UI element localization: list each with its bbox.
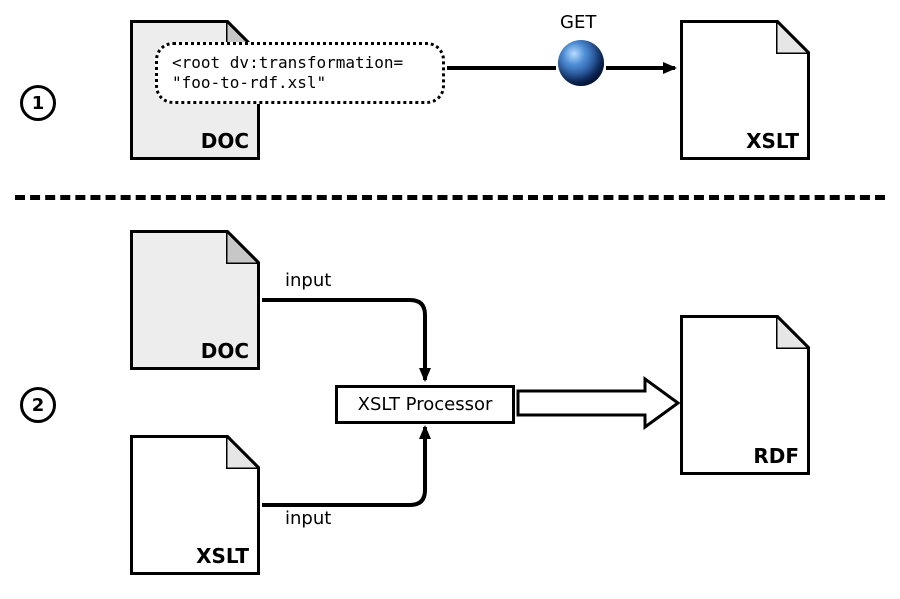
xml-snippet: <root dv:transformation= "foo-to-rdf.xsl…: [155, 42, 445, 104]
page-fold-icon: [226, 230, 260, 264]
doc-file-stage2-label: DOC: [201, 339, 249, 363]
xml-snippet-line2: "foo-to-rdf.xsl": [172, 73, 428, 93]
stage-2-number-text: 2: [32, 395, 45, 416]
globe-icon: [558, 40, 604, 86]
stage-2-number: 2: [20, 387, 56, 423]
stage-1-number: 1: [20, 85, 56, 121]
xslt-file-stage2: XSLT: [130, 435, 260, 575]
doc-file-stage2: DOC: [130, 230, 260, 370]
stage-divider: [15, 195, 885, 200]
rdf-file-label: RDF: [753, 444, 799, 468]
xslt-file-stage1: XSLT: [680, 20, 810, 160]
xslt-processor-box: XSLT Processor: [335, 385, 515, 424]
xslt-processor-label: XSLT Processor: [358, 394, 493, 415]
http-get-label: GET: [560, 12, 596, 33]
page-fold-icon: [226, 435, 260, 469]
rdf-file: RDF: [680, 315, 810, 475]
xslt-file-stage2-label: XSLT: [196, 544, 249, 568]
doc-file-stage1-label: DOC: [201, 129, 249, 153]
xslt-input-label: input: [285, 508, 331, 529]
stage-1-number-text: 1: [32, 93, 45, 114]
xslt-file-stage1-label: XSLT: [746, 129, 799, 153]
extracts-label: extracts: [590, 393, 663, 414]
page-fold-icon: [776, 315, 810, 349]
doc-input-label: input: [285, 270, 331, 291]
xml-snippet-line1: <root dv:transformation=: [172, 53, 428, 73]
page-fold-icon: [776, 20, 810, 54]
